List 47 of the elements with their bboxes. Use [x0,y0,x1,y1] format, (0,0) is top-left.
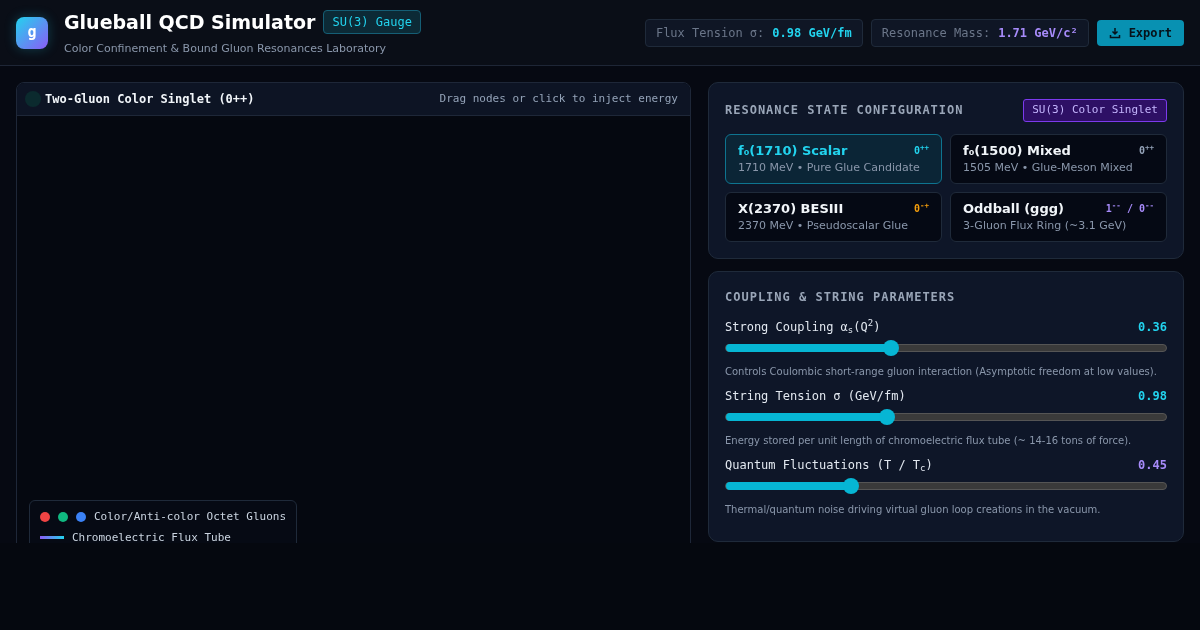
quantum-numbers: 0$^{-+}$ [913,200,929,216]
slider-description: Energy stored per unit length of chromoelectric flux tube (~ 14-16 tons of force). [725,433,1133,448]
resonance-name: Oddball (ggg) [963,199,1064,218]
quantum-numbers: 1$^{--}$ / 0$^{--}$ [1105,200,1154,216]
resonance-card[interactable]: f₀(1710) Scalar 0$^{++}$ 1710 MeV • Pure Glue Candidate [725,133,942,184]
slider-label: Quantum Fluctuations (T / T$_{c}$) [725,456,933,474]
stat-value: 1.71 GeV/c² [998,24,1078,42]
stat-label: Resonance Mass: [881,24,991,42]
slider-label: Strong Coupling α$_{s}$(Q$^{2}$) [725,317,881,336]
resonance-detail: 2370 MeV • Pseudoscalar Glue [738,218,910,234]
resonance-name: X(2370) BESIII [738,199,844,218]
slider-thumb[interactable] [882,339,899,356]
slider-thumb[interactable] [842,477,859,494]
legend-label: Color/Anti-color Octet Gluons [94,509,287,525]
canvas-hint: Drag nodes or click to inject energy [439,90,678,107]
export-button[interactable]: Export [1096,19,1184,46]
app-logo: g [16,16,48,49]
singlet-badge: SU(3) Color Singlet [1023,99,1167,122]
slider-description: Thermal/quantum noise driving virtual gluon loop creations in the vacuum. [725,502,1102,517]
slider-description: Controls Coulombic short-range gluon interaction (Asymptotic freedom at low values). [725,364,1158,379]
app-subtitle: Color Confinement & Bound Gluon Resonances Laboratory [64,40,388,57]
download-icon [1108,26,1121,39]
simulation-canvas[interactable]: Two-Gluon Color Singlet (0++) Drag nodes or click to inject energy Color/Anti-color Octet Gluons Chromoelectric Flux Tube [16,82,691,543]
panel-heading: COUPLING & STRING PARAMETERS [725,288,957,306]
slider-label: String Tension σ (GeV/fm) [725,387,906,405]
canvas-title: Two-Gluon Color Singlet (0++) [45,91,255,108]
panel-heading: RESONANCE STATE CONFIGURATION [725,102,964,120]
quantum-numbers: 0$^{++}$ [1138,142,1154,158]
flux-line-icon [40,536,64,540]
slider-value: 0.98 [1138,387,1167,405]
slider-value: 0.36 [1138,318,1167,336]
resonance-name: f₀(1500) Mixed [963,141,1071,160]
resonance-detail: 1710 MeV • Pure Glue Candidate [738,160,921,176]
resonance-card[interactable]: Oddball (ggg) 1$^{--}$ / 0$^{--}$ 3-Gluon Flux Ring (~3.1 GeV) [950,191,1167,242]
resonance-detail: 3-Gluon Flux Ring (~3.1 GeV) [963,218,1128,234]
stat-label: Flux Tension σ: [655,24,765,42]
resonance-detail: 1505 MeV • Glue-Meson Mixed [963,160,1134,176]
resonance-card[interactable]: f₀(1500) Mixed 0$^{++}$ 1505 MeV • Glue-Meson Mixed [950,133,1167,184]
quantum-numbers: 0$^{++}$ [913,142,929,158]
resonance-card[interactable]: X(2370) BESIII 0$^{-+}$ 2370 MeV • Pseudoscalar Glue [725,191,942,242]
gauge-badge: SU(3) Gauge [323,10,421,35]
slider-value: 0.45 [1138,456,1167,474]
app-title: Glueball QCD Simulator [64,10,316,35]
resonance-name: f₀(1710) Scalar [738,141,848,160]
stat-value: 0.98 GeV/fm [772,24,852,42]
slider-thumb[interactable] [879,408,896,425]
legend-label: Chromoelectric Flux Tube [72,529,231,543]
